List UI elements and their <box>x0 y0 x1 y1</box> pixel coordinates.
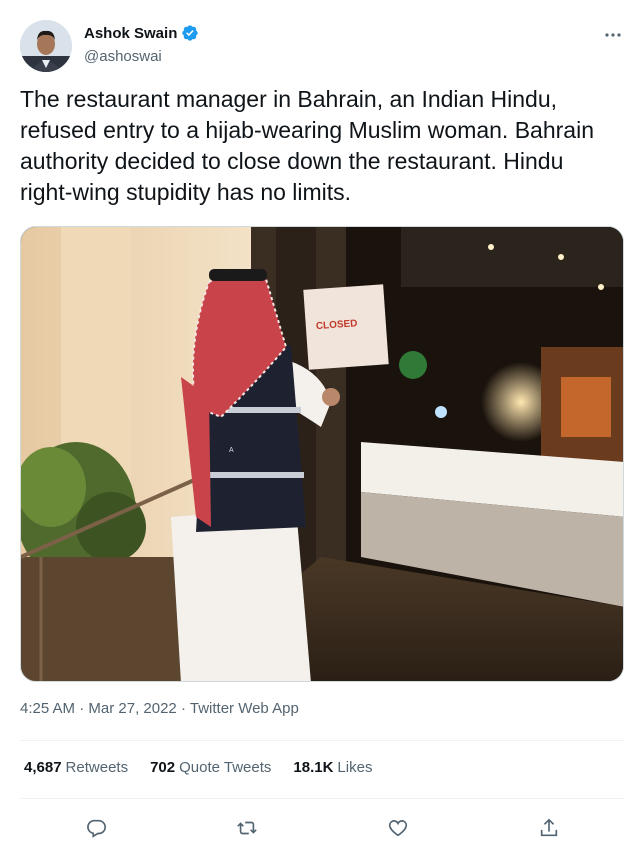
divider <box>20 740 624 741</box>
author-name[interactable]: Ashok Swain <box>84 24 199 42</box>
tweet-meta: 4:25 AM · Mar 27, 2022 · Twitter Web App <box>20 700 299 717</box>
tweet-date[interactable]: Mar 27, 2022 <box>88 700 176 717</box>
avatar-photo <box>20 20 72 72</box>
meta-separator: · <box>79 700 89 717</box>
share-icon[interactable] <box>537 816 561 840</box>
reply-icon[interactable] <box>84 816 108 840</box>
retweets-label: Retweets <box>65 759 129 776</box>
tweet-source[interactable]: Twitter Web App <box>190 700 299 717</box>
retweets-count: 4,687 <box>24 759 62 776</box>
tweet-stats: 4,687 Retweets 702 Quote Tweets 18.1K Likes <box>24 759 372 776</box>
author-handle[interactable]: @ashoswai <box>84 48 162 65</box>
likes-label: Likes <box>337 759 373 776</box>
svg-text:A: A <box>229 447 234 454</box>
divider <box>20 798 624 799</box>
quote-tweets-count: 702 <box>150 759 176 776</box>
likes-count: 18.1K <box>293 759 334 776</box>
tweet-time[interactable]: 4:25 AM <box>20 700 75 717</box>
more-options-icon[interactable] <box>602 24 624 46</box>
quote-tweets-stat[interactable]: 702 Quote Tweets <box>150 759 271 776</box>
like-icon[interactable] <box>386 816 410 840</box>
tweet-actions <box>20 812 624 844</box>
tweet-text: The restaurant manager in Bahrain, an In… <box>20 86 594 205</box>
photo-image: CLOSED A <box>21 227 623 681</box>
tweet-photo[interactable]: CLOSED A <box>20 226 624 682</box>
verified-badge-icon <box>181 24 199 42</box>
author-name-text: Ashok Swain <box>84 24 178 42</box>
avatar[interactable] <box>20 20 72 72</box>
quote-tweets-label: Quote Tweets <box>179 759 272 776</box>
retweets-stat[interactable]: 4,687 Retweets <box>24 759 128 776</box>
retweet-icon[interactable] <box>235 816 259 840</box>
likes-stat[interactable]: 18.1K Likes <box>293 759 372 776</box>
meta-separator: · <box>180 700 190 717</box>
